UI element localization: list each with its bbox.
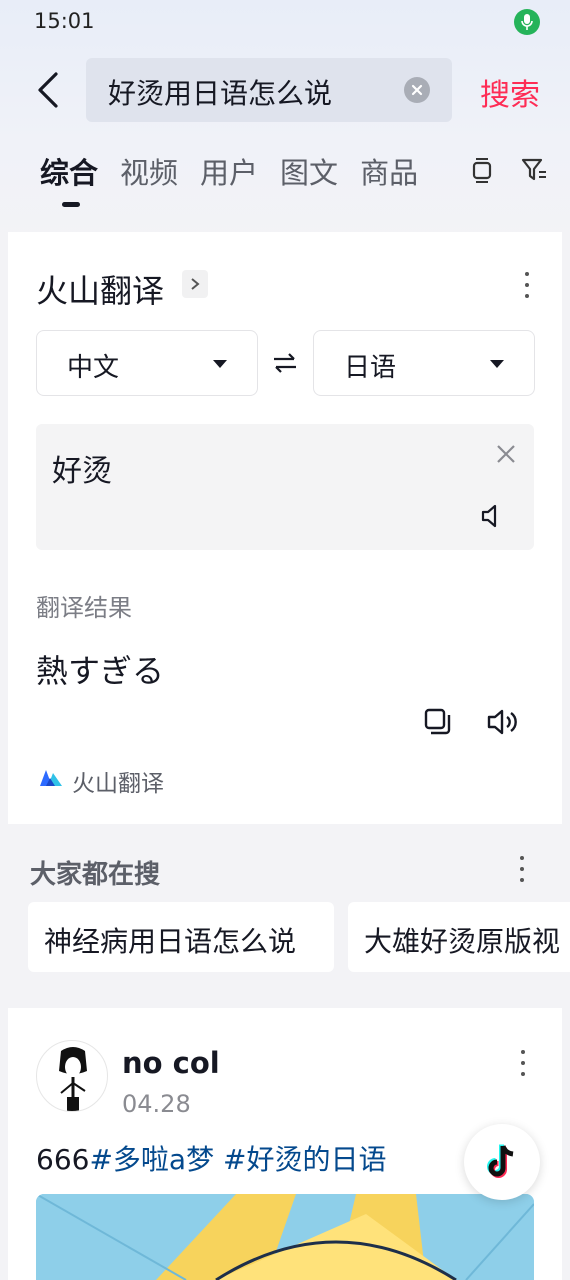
search-tabs: 综合 视频 用户 图文 商品 [40, 150, 440, 190]
microphone-icon [514, 9, 540, 35]
result-text: 熱すぎる [36, 652, 165, 690]
layout-toggle-icon[interactable] [468, 156, 496, 184]
speaker-icon[interactable] [478, 502, 506, 530]
tab-users[interactable]: 用户 [200, 150, 258, 190]
target-language-label: 日语 [344, 353, 397, 383]
caret-down-icon [490, 360, 504, 368]
filter-icon[interactable] [520, 156, 548, 184]
translator-card: 火山翻译 中文 日语 好烫 翻译结果 熱すぎる 火山翻译 [8, 232, 562, 824]
result-label: 翻译结果 [36, 594, 132, 622]
tab-comprehensive[interactable]: 综合 [40, 150, 98, 190]
translation-input[interactable]: 好烫 [36, 424, 534, 550]
search-button[interactable]: 搜索 [480, 70, 540, 114]
caret-down-icon [213, 360, 227, 368]
tab-image-text[interactable]: 图文 [280, 150, 338, 190]
brand-name: 火山翻译 [72, 771, 164, 797]
tab-video[interactable]: 视频 [120, 150, 178, 190]
more-options-icon[interactable] [519, 1050, 527, 1076]
hashtag-link[interactable]: #多啦a梦 [89, 1143, 214, 1176]
copy-icon[interactable] [422, 706, 454, 738]
target-language-select[interactable]: 日语 [313, 330, 535, 396]
caption-prefix: 666 [36, 1143, 90, 1176]
search-input[interactable]: 好烫用日语怎么说 [86, 58, 452, 122]
more-options-icon[interactable] [518, 856, 526, 882]
more-options-icon[interactable] [523, 272, 531, 298]
input-text: 好烫 [52, 454, 112, 489]
speaker-volume-icon[interactable] [486, 706, 520, 738]
avatar[interactable] [36, 1040, 108, 1112]
post-date: 04.28 [122, 1090, 191, 1118]
post-thumbnail[interactable] [36, 1194, 534, 1280]
douyin-logo-icon[interactable] [464, 1124, 540, 1200]
swap-languages-icon[interactable] [270, 348, 300, 378]
close-icon[interactable] [494, 442, 518, 466]
source-language-select[interactable]: 中文 [36, 330, 258, 396]
post-caption: 666#多啦a梦 #好烫的日语 [36, 1138, 386, 1178]
volcano-translate-logo [40, 768, 62, 788]
trending-chip[interactable]: 神经病用日语怎么说 [28, 902, 334, 972]
translator-title[interactable]: 火山翻译 [36, 266, 164, 312]
source-language-label: 中文 [67, 353, 120, 383]
clear-search-icon[interactable] [404, 77, 430, 103]
tab-products[interactable]: 商品 [360, 150, 418, 190]
post-username[interactable]: no col [122, 1046, 220, 1080]
hashtag-link[interactable]: #好烫的日语 [223, 1143, 386, 1176]
trending-title: 大家都在搜 [30, 860, 161, 890]
trending-chip[interactable]: 大雄好烫原版视 [348, 902, 570, 972]
search-query: 好烫用日语怎么说 [108, 77, 333, 110]
active-tab-indicator [62, 202, 80, 207]
chevron-right-icon[interactable] [182, 270, 208, 298]
back-icon[interactable] [30, 68, 66, 112]
status-time: 15:01 [34, 9, 95, 33]
